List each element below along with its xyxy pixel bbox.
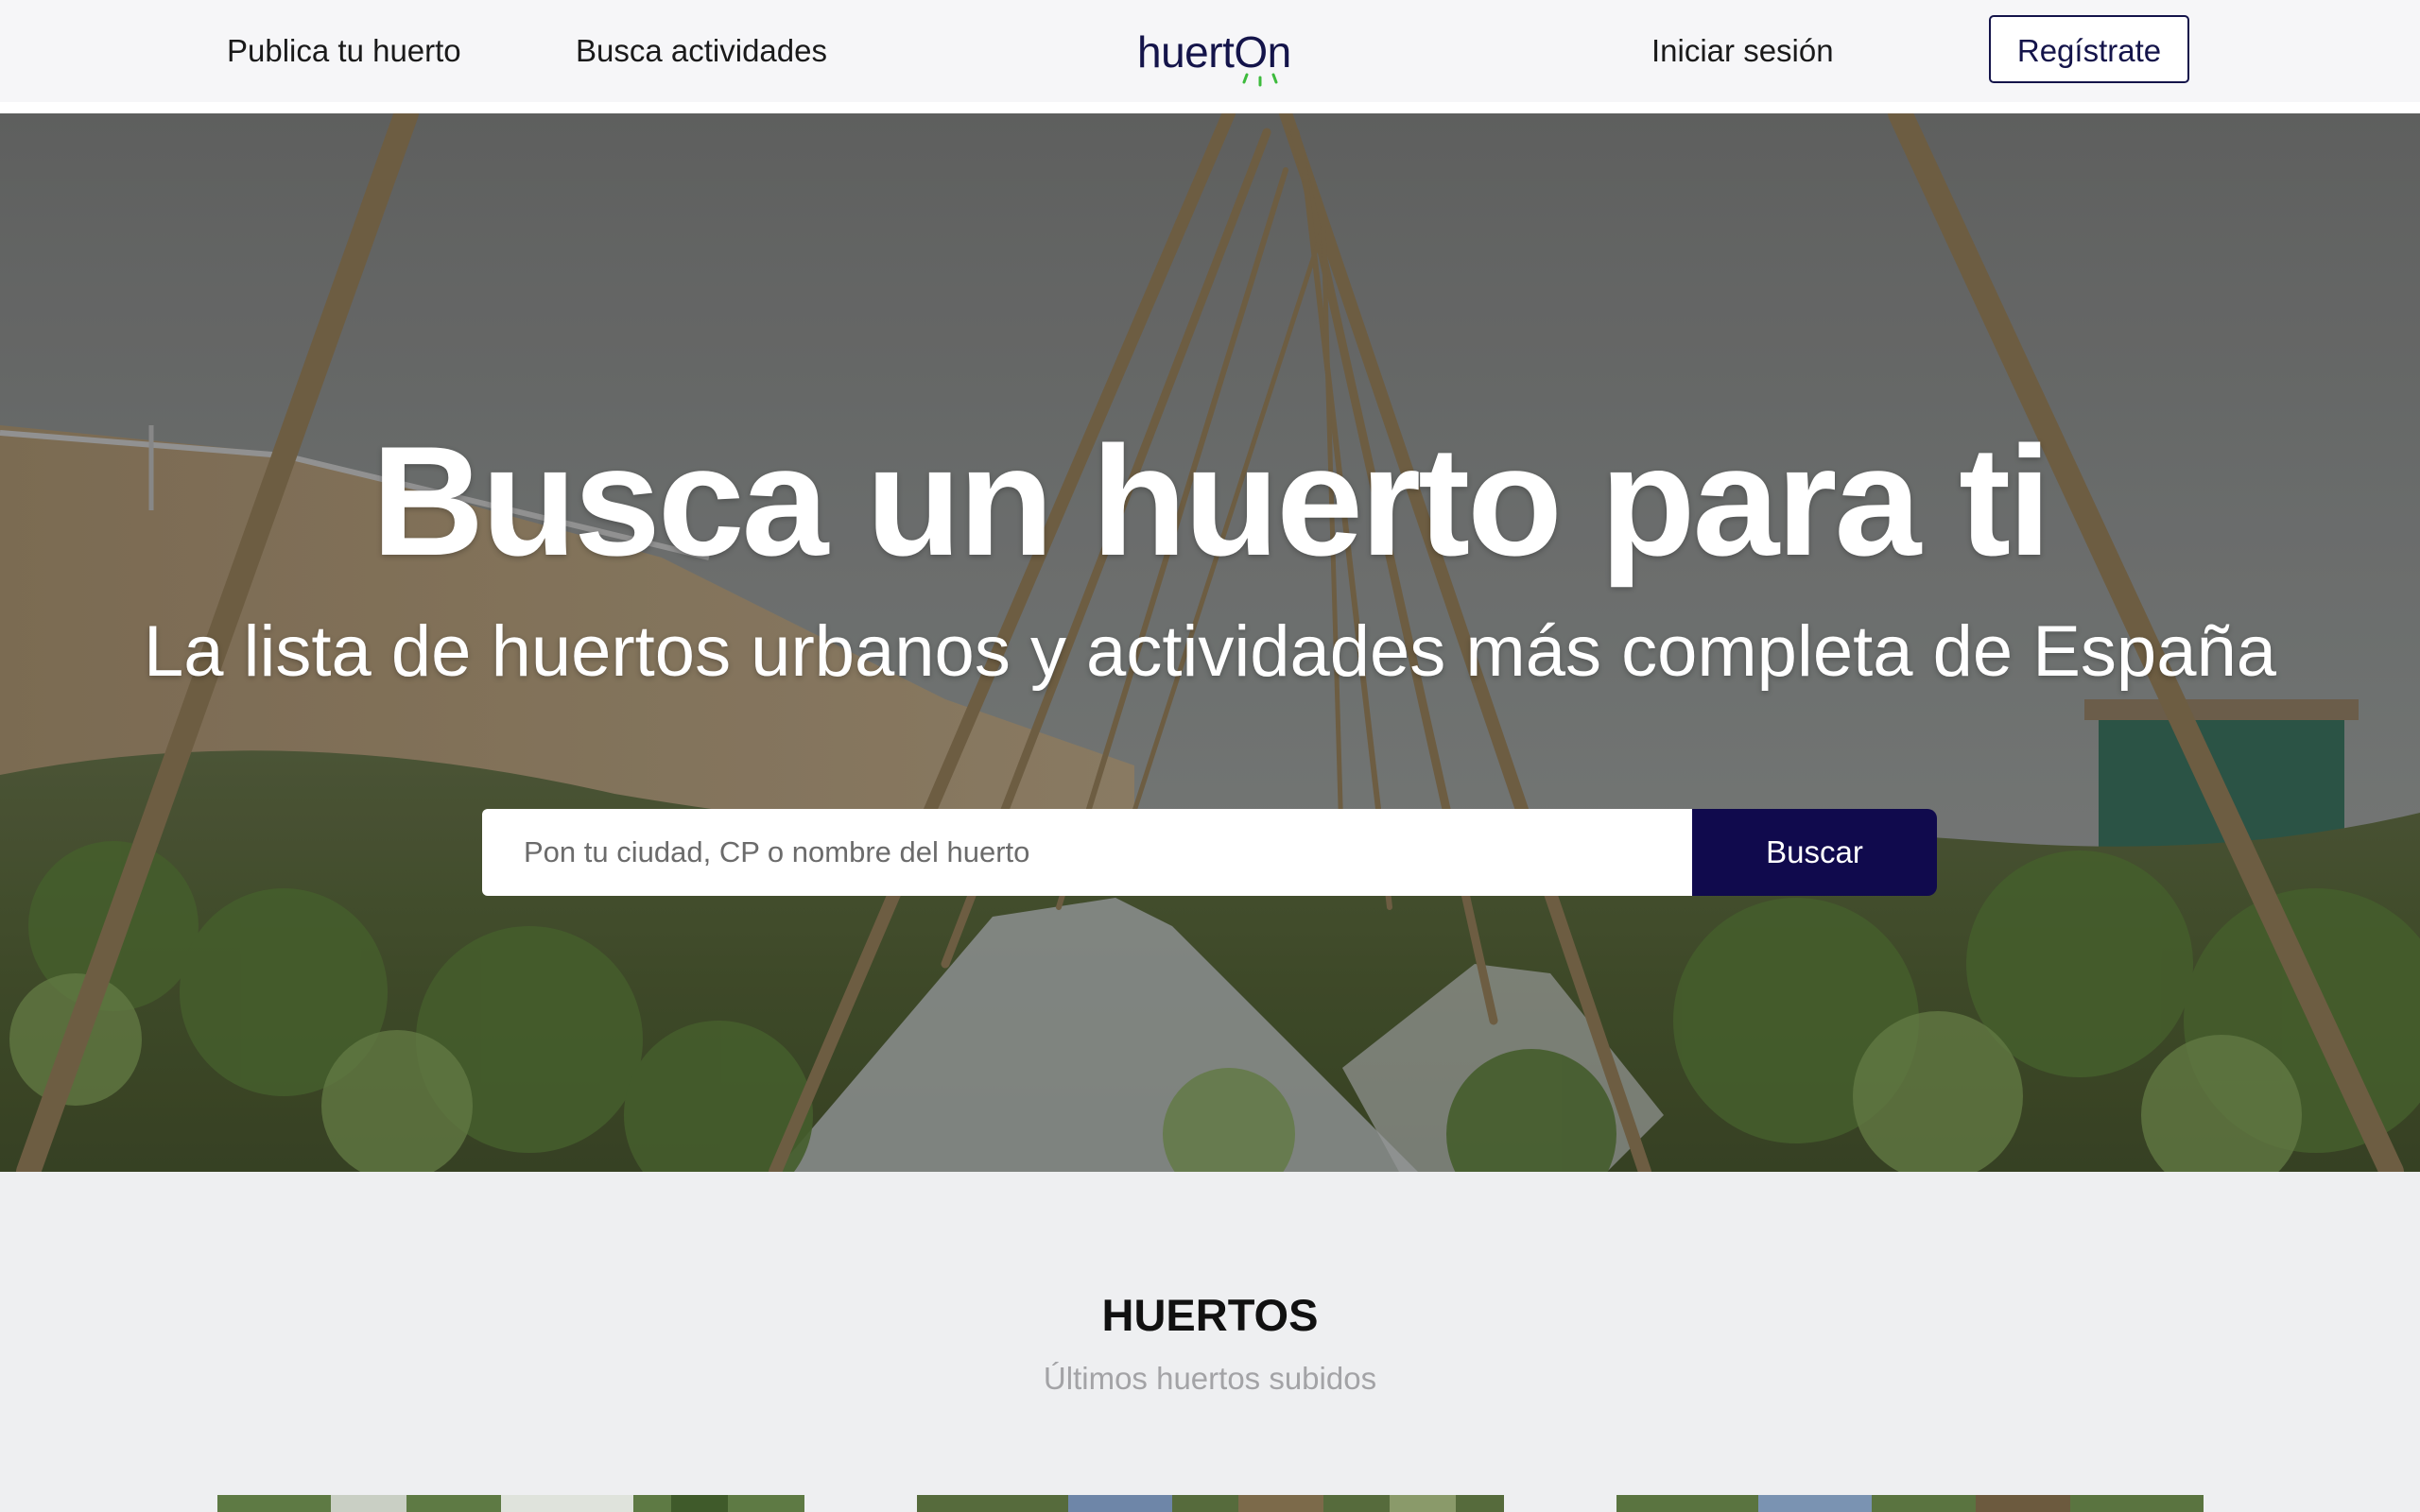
nav-search-activities-link[interactable]: Busca actividades <box>576 28 827 74</box>
login-link[interactable]: Iniciar sesión <box>1651 28 1834 74</box>
section-title-gardens: HUERTOS <box>1101 1290 1319 1340</box>
garden-card-image[interactable] <box>1616 1495 2204 1512</box>
garden-photo <box>1616 1495 2204 1512</box>
garden-card-image[interactable] <box>917 1495 1504 1512</box>
hero-subtitle: La lista de huertos urbanos y actividade… <box>144 611 2276 692</box>
garden-card-image[interactable] <box>217 1495 804 1512</box>
search-button[interactable]: Buscar <box>1692 809 1937 896</box>
register-button[interactable]: Regístrate <box>1989 15 2189 83</box>
logo-text: huertOn <box>1137 27 1291 77</box>
garden-photo <box>917 1495 1504 1512</box>
garden-search-input[interactable] <box>482 809 1692 896</box>
section-subtitle-latest-gardens: Últimos huertos subidos <box>1043 1361 1377 1396</box>
sprout-rays-icon <box>1242 73 1278 87</box>
nav-publish-garden-link[interactable]: Publica tu huerto <box>227 28 461 74</box>
hero-title: Busca un huerto para ti <box>372 414 2051 588</box>
top-navbar: Publica tu huerto Busca actividades huer… <box>0 0 2420 113</box>
huerton-logo[interactable]: huertOn <box>1137 25 1307 91</box>
hero-banner: Busca un huerto para ti La lista de huer… <box>0 113 2420 1172</box>
garden-photo <box>217 1495 804 1512</box>
